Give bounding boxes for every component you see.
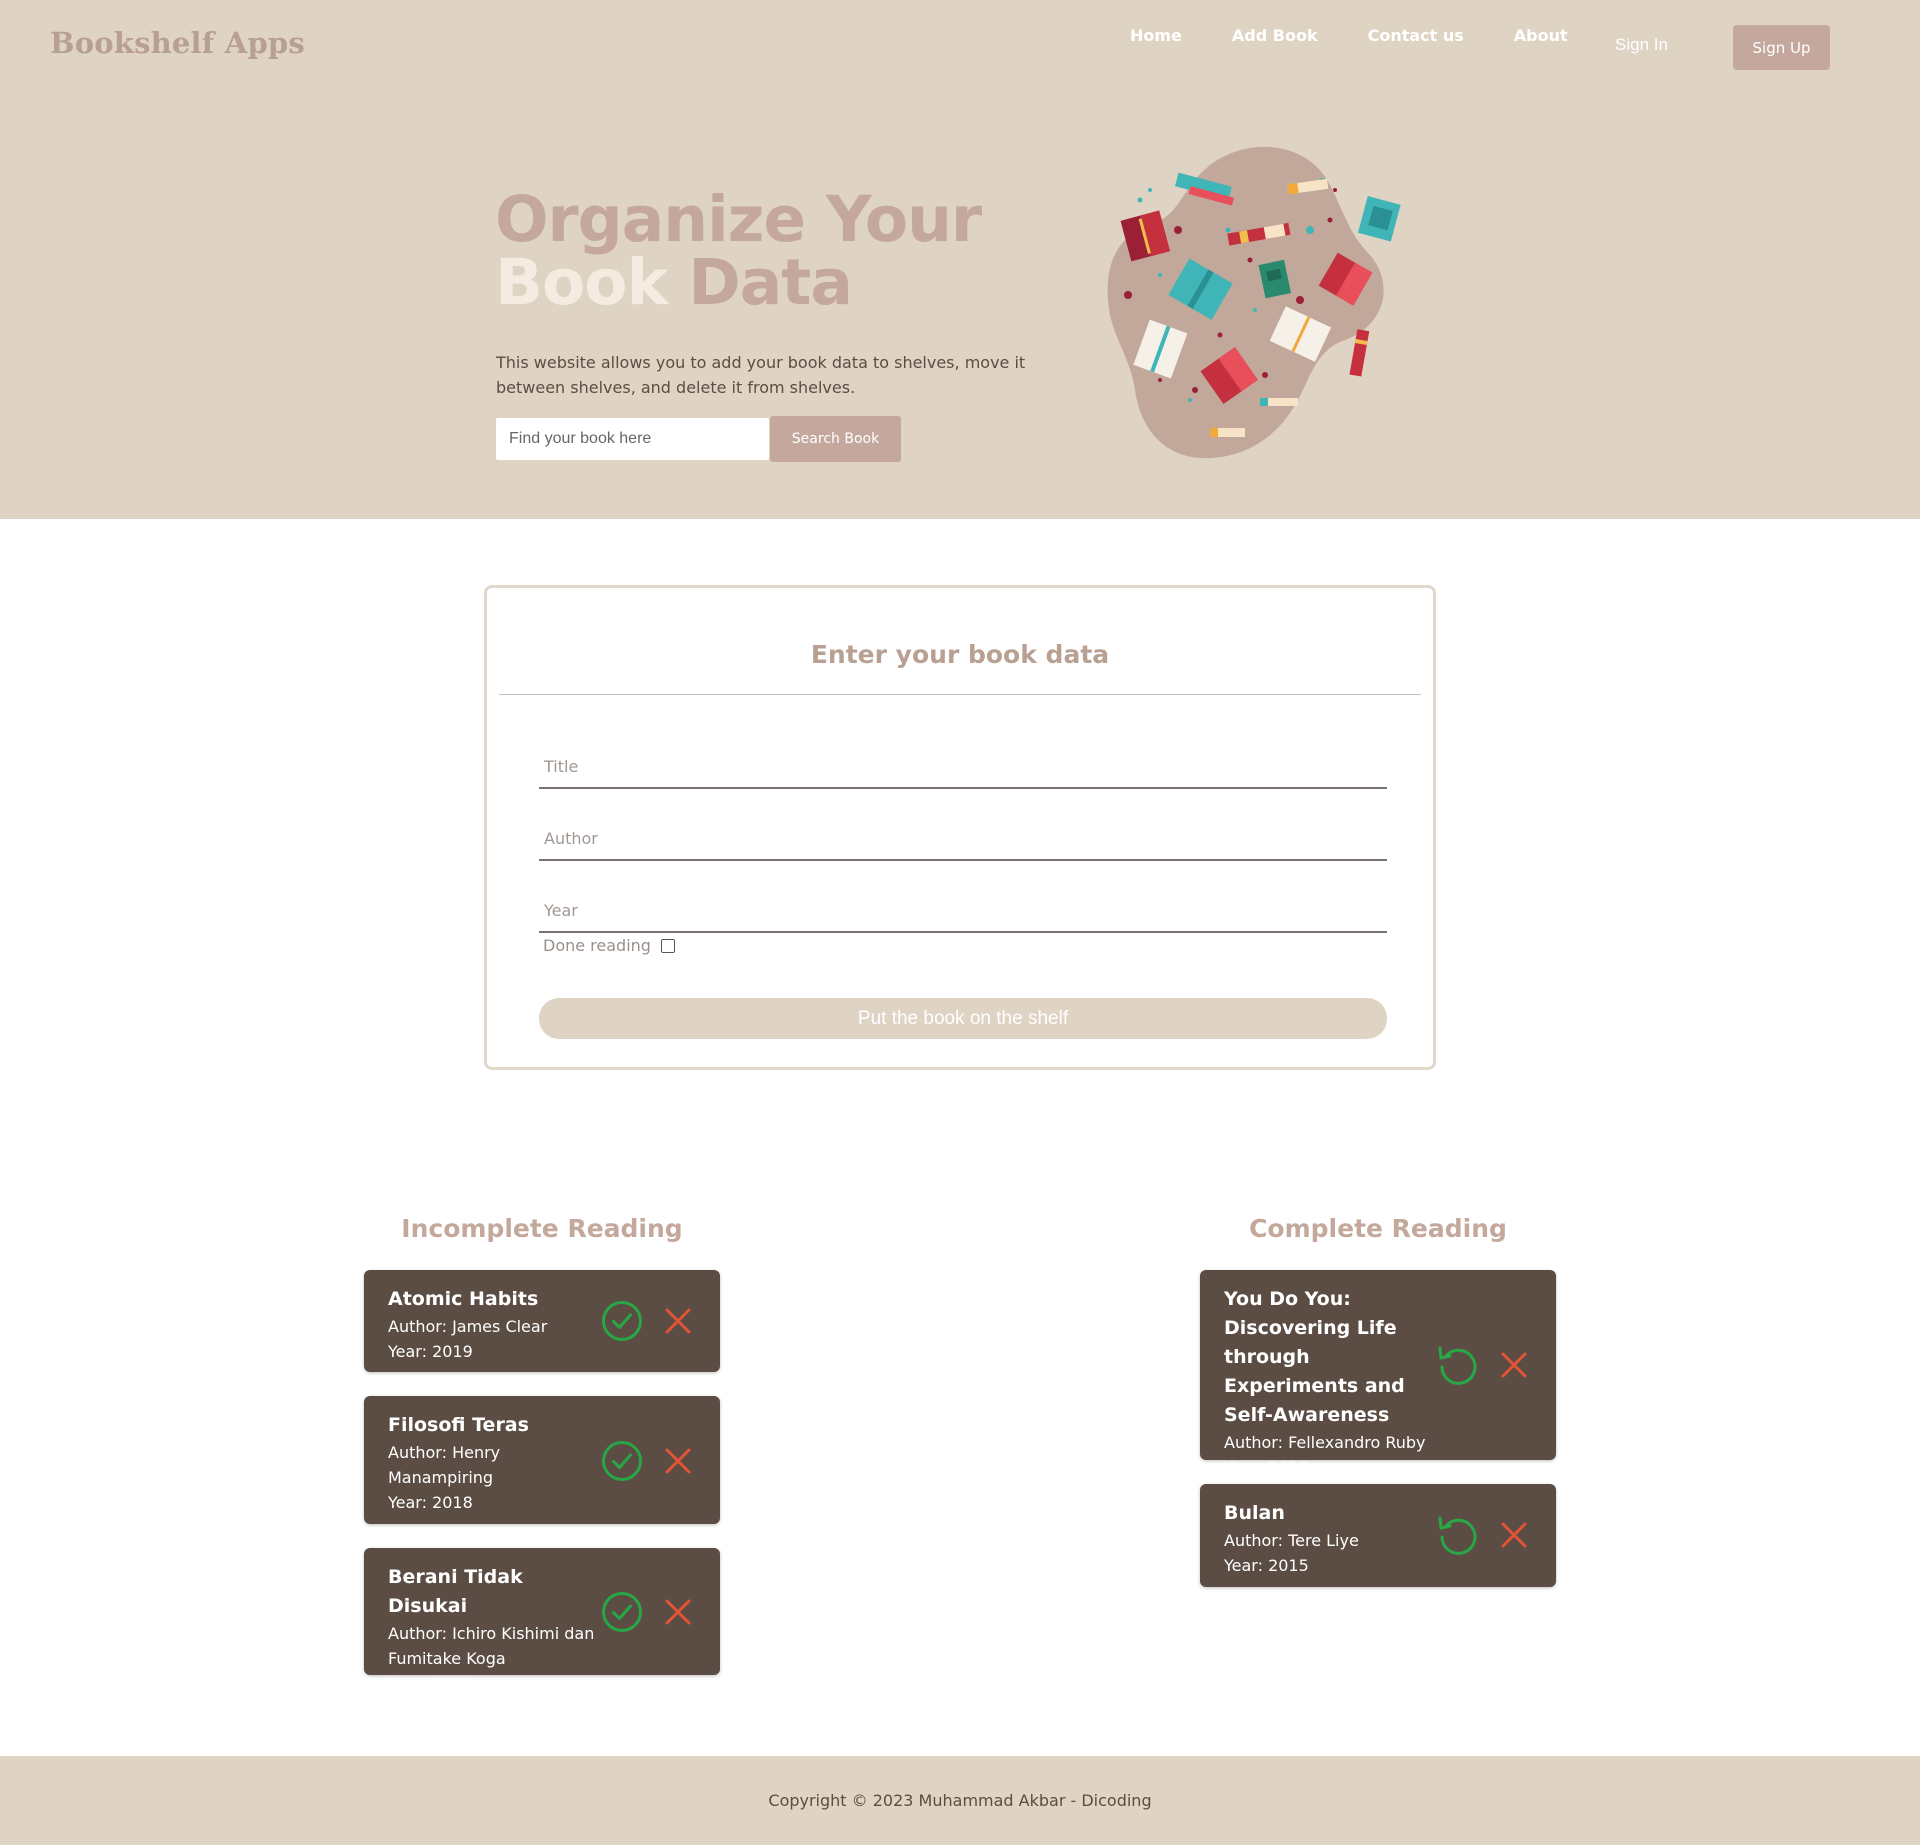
hero-section: Bookshelf Apps Home Add Book Contact us … (0, 0, 1920, 519)
book-info: Atomic Habits Author: James Clear Year: … (388, 1285, 598, 1364)
book-info: Bulan Author: Tere Liye Year: 2015 (1224, 1499, 1434, 1578)
book-year: Year: 2018 (388, 1493, 473, 1512)
book-card: Berani Tidak Disukai Author: Ichiro Kish… (364, 1548, 720, 1693)
x-icon[interactable] (1499, 1520, 1529, 1550)
sign-up-button[interactable]: Sign Up (1733, 25, 1830, 70)
done-reading-checkbox[interactable] (661, 939, 675, 953)
hero-title-line2: Book Data (495, 251, 981, 314)
book-title: Atomic Habits (388, 1288, 539, 1310)
hero-description: This website allows you to add your book… (496, 353, 1026, 397)
search-button[interactable]: Search Book (770, 416, 901, 462)
search-input[interactable] (496, 418, 769, 460)
book-card: Atomic Habits Author: James Clear Year: … (364, 1270, 720, 1372)
hero-title-data: Data (688, 246, 852, 319)
book-card: Bulan Author: Tere Liye Year: 2015 (1200, 1484, 1556, 1587)
x-icon[interactable] (1499, 1350, 1529, 1380)
year-input[interactable] (539, 889, 1387, 933)
book-year: Year: 2015 (1224, 1556, 1309, 1575)
book-author: Author: Tere Liye (1224, 1531, 1359, 1550)
x-icon[interactable] (663, 1597, 693, 1627)
sign-in-link[interactable]: Sign In (1615, 35, 1668, 55)
undo-icon[interactable] (1436, 1513, 1480, 1557)
book-year: Year: 2020 (1224, 1458, 1309, 1477)
form-divider (499, 694, 1421, 695)
nav-home[interactable]: Home (1130, 26, 1182, 45)
book-title: You Do You: Discovering Life through Exp… (1224, 1288, 1405, 1426)
book-year: Year: 2013 (388, 1674, 473, 1693)
book-title: Bulan (1224, 1502, 1285, 1524)
book-title: Filosofi Teras (388, 1414, 529, 1436)
nav-contact-us[interactable]: Contact us (1368, 26, 1464, 45)
book-author: Author: James Clear (388, 1317, 548, 1336)
book-card: You Do You: Discovering Life through Exp… (1200, 1270, 1556, 1477)
brand-logo[interactable]: Bookshelf Apps (50, 26, 305, 60)
book-author: Author: Henry Manampiring (388, 1443, 501, 1487)
flying-books-illustration (1107, 146, 1401, 459)
main-nav: Home Add Book Contact us About (1130, 26, 1568, 45)
title-input[interactable] (539, 745, 1387, 789)
footer-copyright: Copyright © 2023 Muhammad Akbar - Dicodi… (768, 1791, 1152, 1810)
check-circle-icon[interactable] (600, 1590, 644, 1634)
x-icon[interactable] (663, 1446, 693, 1476)
incomplete-shelf-heading: Incomplete Reading (401, 1214, 683, 1243)
book-author: Author: Fellexandro Ruby (1224, 1433, 1426, 1452)
book-info: You Do You: Discovering Life through Exp… (1224, 1285, 1434, 1480)
nav-add-book[interactable]: Add Book (1232, 26, 1318, 45)
complete-shelf-heading: Complete Reading (1249, 1214, 1507, 1243)
undo-icon[interactable] (1436, 1343, 1480, 1387)
book-title: Berani Tidak Disukai (388, 1566, 523, 1617)
add-book-form: Enter your book data Done reading Put th… (484, 585, 1436, 1070)
nav-about[interactable]: About (1514, 26, 1568, 45)
form-title: Enter your book data (810, 640, 1110, 669)
author-input[interactable] (539, 817, 1387, 861)
footer: Copyright © 2023 Muhammad Akbar - Dicodi… (0, 1756, 1920, 1845)
x-icon[interactable] (663, 1306, 693, 1336)
book-year: Year: 2019 (388, 1342, 473, 1361)
book-info: Filosofi Teras Author: Henry Manampiring… (388, 1411, 598, 1515)
book-author: Author: Ichiro Kishimi dan Fumitake Koga (388, 1624, 595, 1668)
hero-title: Organize Your Book Data (495, 183, 982, 314)
book-info: Berani Tidak Disukai Author: Ichiro Kish… (388, 1563, 598, 1696)
hero-title-line1: Organize Your (495, 183, 982, 256)
check-circle-icon[interactable] (600, 1299, 644, 1343)
book-card: Filosofi Teras Author: Henry Manampiring… (364, 1396, 720, 1524)
submit-book-button[interactable]: Put the book on the shelf (539, 998, 1387, 1039)
check-circle-icon[interactable] (600, 1439, 644, 1483)
hero-title-book: Book (495, 246, 668, 319)
done-reading-label: Done reading (543, 936, 651, 955)
